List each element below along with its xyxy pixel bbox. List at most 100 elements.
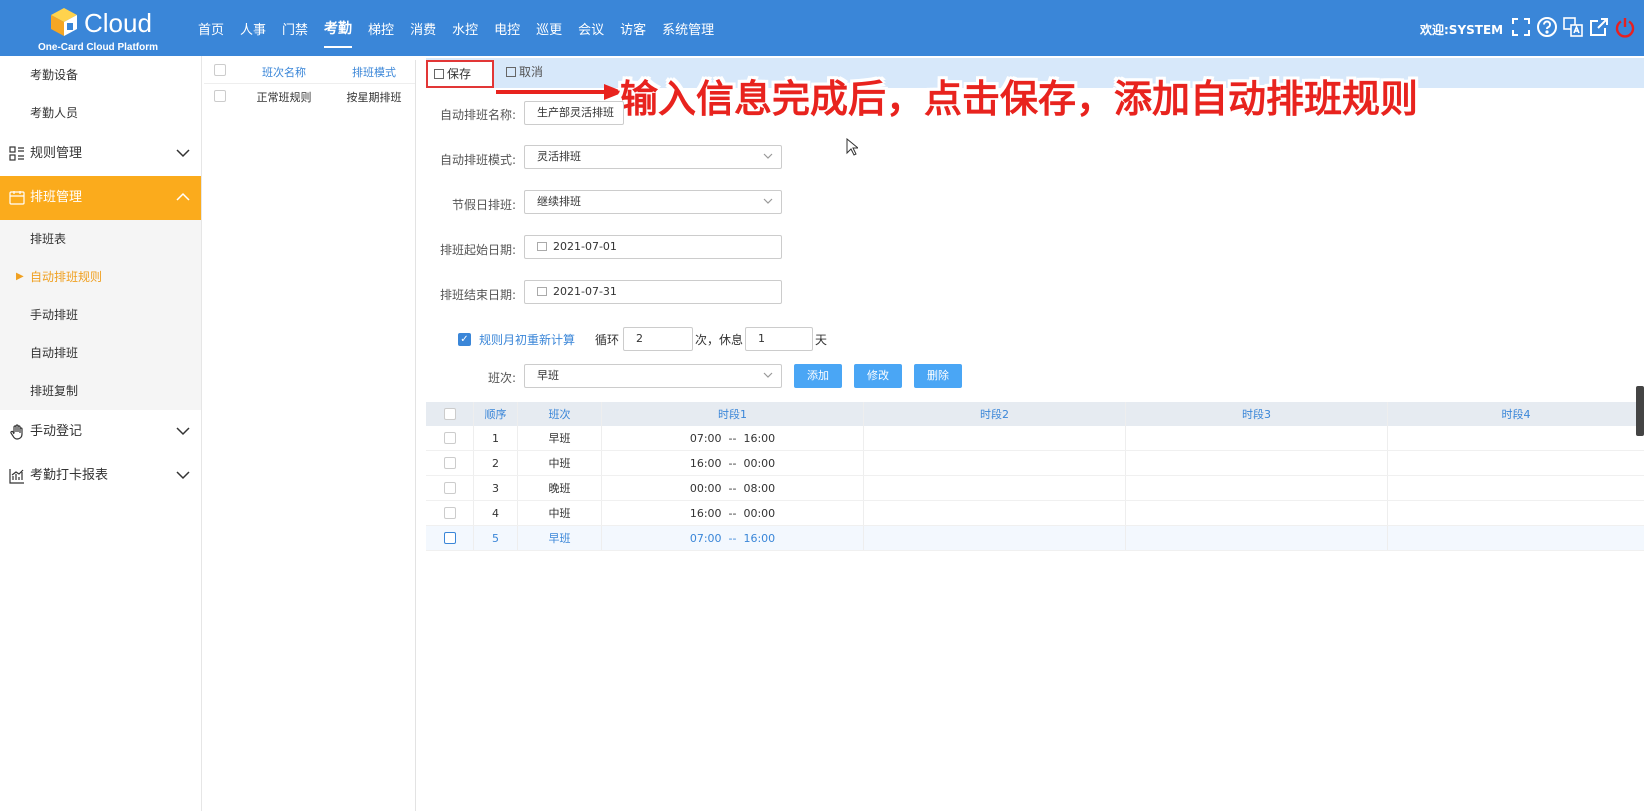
rule-mode-cell: 按星期排班 (346, 91, 402, 104)
row-checkbox-cell (426, 426, 474, 450)
logo[interactable]: Cloud One-Card Cloud Platform (38, 4, 174, 54)
nav-access[interactable]: 门禁 (282, 15, 308, 42)
nav-personnel[interactable]: 人事 (240, 15, 266, 42)
save-button[interactable]: 保存 (426, 60, 494, 88)
shift-label: 班次: (487, 371, 516, 385)
col-header-period2[interactable]: 时段2 (864, 402, 1126, 426)
save-button-label: 保存 (447, 67, 472, 81)
sidebar-item-attendance-devices[interactable]: 考勤设备 (0, 56, 201, 94)
rest-days-input[interactable]: 1 (745, 327, 814, 351)
table-row[interactable]: 5 早班 07:00 -- 16:00 (426, 526, 1644, 551)
recalc-label[interactable]: 规则月初重新计算 (479, 331, 575, 348)
period2-cell (864, 426, 1126, 450)
welcome-text: 欢迎:SYSTEM (1420, 23, 1504, 37)
days-label: 天 (815, 332, 828, 347)
select-all-checkbox[interactable] (214, 64, 226, 76)
row-checkbox[interactable] (443, 482, 456, 494)
sidebar-item-schedule-table[interactable]: 排班表 (0, 220, 201, 258)
nav-home[interactable]: 首页 (198, 15, 224, 42)
language-icon[interactable] (1562, 16, 1584, 38)
rules-list-row[interactable]: 正常班规则 按星期排班 (204, 84, 415, 110)
table-row[interactable]: 3 晚班 00:00 -- 08:00 (426, 476, 1644, 501)
col-header-order[interactable]: 顺序 (474, 402, 518, 426)
col-header-period3[interactable]: 时段3 (1126, 402, 1388, 426)
col-header-period4[interactable]: 时段4 (1388, 402, 1644, 426)
table-row[interactable]: 1 早班 07:00 -- 16:00 (426, 426, 1644, 451)
period4-cell (1388, 451, 1644, 475)
sidebar-item-attendance-staff[interactable]: 考勤人员 (0, 94, 201, 132)
start-date-label: 排班起始日期: (439, 243, 516, 257)
sidebar-item-manual-schedule[interactable]: 手动排班 (0, 296, 201, 334)
sidebar-group-rules[interactable]: 规则管理 (0, 132, 201, 176)
col-header-mode[interactable]: 排班模式 (334, 64, 414, 80)
period4-cell (1388, 476, 1644, 500)
cancel-button[interactable]: 取消 (502, 62, 562, 84)
table-row[interactable]: 2 中班 16:00 -- 00:00 (426, 451, 1644, 476)
external-link-icon[interactable] (1588, 16, 1610, 38)
shift-select[interactable]: 早班 (524, 364, 782, 388)
nav-elevator[interactable]: 梯控 (368, 15, 394, 42)
schedule-mode-select[interactable]: 灵活排班 (524, 145, 782, 169)
sidebar-group-report[interactable]: 考勤打卡报表 (0, 454, 201, 498)
table-header: 顺序 班次 时段1 时段2 时段3 时段4 (426, 402, 1644, 426)
period3-cell (1126, 476, 1388, 500)
shift-cell: 中班 (518, 451, 602, 475)
nav-attendance[interactable]: 考勤 (324, 14, 353, 48)
scrollbar-handle[interactable] (1636, 386, 1644, 436)
recalc-checkbox[interactable]: ✓ (458, 332, 471, 346)
period2-cell (864, 476, 1126, 500)
schedule-icon (9, 191, 25, 205)
period3-cell (1126, 526, 1388, 550)
header-checkbox-cell (426, 402, 474, 426)
nav-system[interactable]: 系统管理 (662, 15, 714, 42)
sidebar-item-auto-schedule[interactable]: 自动排班 (0, 334, 201, 372)
row-checkbox[interactable] (443, 507, 456, 519)
schedule-name-input[interactable]: 生产部灵活排班 (524, 101, 624, 125)
end-date-input[interactable]: 2021-07-31 (524, 280, 782, 304)
period2-cell (864, 526, 1126, 550)
sidebar-item-auto-schedule-rules[interactable]: ▶ 自动排班规则 (0, 258, 201, 296)
chevron-down-icon (176, 149, 190, 158)
row-checkbox[interactable] (443, 532, 456, 544)
col-header-shift[interactable]: 班次 (518, 402, 602, 426)
sidebar-group-manual-register[interactable]: 手动登记 (0, 410, 201, 454)
period4-cell (1388, 426, 1644, 450)
start-date-input[interactable]: 2021-07-01 (524, 235, 782, 259)
top-icon-bar (1510, 16, 1640, 38)
help-icon[interactable] (1536, 16, 1558, 38)
nav-patrol[interactable]: 巡更 (536, 15, 562, 42)
power-icon[interactable] (1614, 16, 1636, 38)
nav-visitor[interactable]: 访客 (620, 15, 646, 42)
order-cell: 1 (474, 426, 518, 450)
col-header-shift-name[interactable]: 班次名称 (234, 64, 334, 80)
chevron-up-icon (176, 192, 190, 201)
nav-water[interactable]: 水控 (452, 15, 478, 42)
row-checkbox[interactable] (214, 89, 226, 102)
nav-meeting[interactable]: 会议 (578, 15, 604, 42)
chevron-down-icon (763, 372, 773, 378)
row-checkbox[interactable] (443, 432, 456, 444)
delete-shift-button[interactable]: 删除 (914, 364, 962, 388)
shift-cell: 晚班 (518, 476, 602, 500)
row-checkbox[interactable] (443, 457, 456, 469)
header-select-all-checkbox[interactable] (443, 408, 456, 420)
fullscreen-icon[interactable] (1510, 16, 1532, 38)
table-row[interactable]: 4 中班 16:00 -- 00:00 (426, 501, 1644, 526)
cycle-count-input[interactable]: 2 (623, 327, 694, 351)
col-header-period1[interactable]: 时段1 (602, 402, 864, 426)
add-shift-button[interactable]: 添加 (794, 364, 842, 388)
chevron-down-icon (763, 153, 773, 159)
start-date-value: 2021-07-01 (553, 240, 617, 253)
rules-list-panel: 班次名称 排班模式 正常班规则 按星期排班 (204, 60, 416, 811)
sidebar-group-report-label: 考勤打卡报表 (30, 468, 109, 483)
sidebar-group-schedule[interactable]: 排班管理 (0, 176, 201, 220)
holiday-schedule-select[interactable]: 继续排班 (524, 190, 782, 214)
nav-consumption[interactable]: 消费 (410, 15, 436, 42)
edit-shift-button[interactable]: 修改 (854, 364, 902, 388)
logo-subtitle: One-Card Cloud Platform (38, 42, 159, 53)
cycle-label: 循环 (595, 332, 620, 347)
row-checkbox-cell (426, 451, 474, 475)
nav-power[interactable]: 电控 (494, 15, 520, 42)
calendar-icon (537, 287, 547, 296)
sidebar-item-schedule-copy[interactable]: 排班复制 (0, 372, 201, 410)
